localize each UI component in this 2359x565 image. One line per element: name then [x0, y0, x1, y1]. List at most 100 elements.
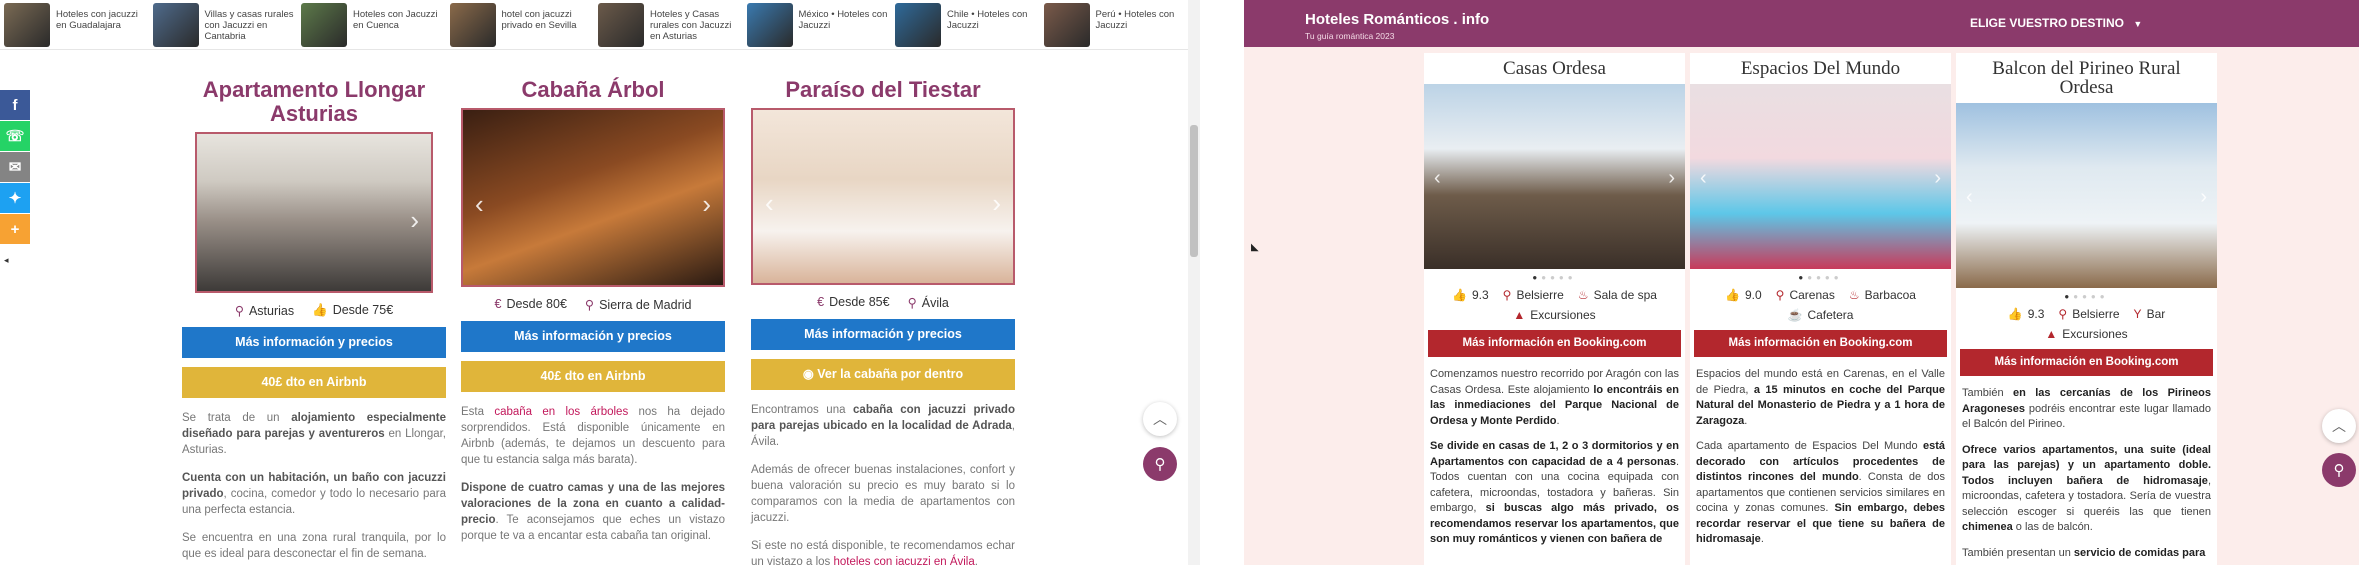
search-button[interactable]: ⚲: [1143, 447, 1177, 481]
chevron-left-icon[interactable]: ‹: [475, 189, 484, 220]
chevron-right-icon[interactable]: ›: [2200, 186, 2207, 209]
more-info-button[interactable]: Más información y precios: [182, 327, 446, 358]
listing-photo[interactable]: ›: [195, 132, 433, 293]
inline-link[interactable]: cabaña en los árboles: [494, 406, 628, 418]
inline-link[interactable]: hoteles con jacuzzi en Ávila: [833, 556, 974, 565]
chevron-left-icon[interactable]: ‹: [1966, 186, 1973, 209]
chevron-left-icon[interactable]: ‹: [765, 188, 774, 219]
location: ⚲ Sierra de Madrid: [585, 297, 692, 312]
text-run: Encontramos una: [751, 404, 854, 416]
facebook-share-button[interactable]: f: [0, 90, 30, 120]
hotel-photo[interactable]: ‹ ›: [1424, 84, 1685, 269]
carousel-dots[interactable]: ●●●●●: [1956, 292, 2217, 301]
more-share-button[interactable]: +: [0, 214, 30, 244]
twitter-share-button[interactable]: ✦: [0, 183, 30, 213]
listing-title[interactable]: Cabaña Árbol: [461, 78, 725, 102]
search-button-right[interactable]: ⚲: [2322, 453, 2356, 487]
thumbs-up-icon: 👍: [2007, 307, 2023, 321]
carousel-dot[interactable]: ●: [1807, 273, 1816, 282]
hide-share-icon[interactable]: ◂: [4, 255, 9, 266]
whatsapp-share-button[interactable]: ☏: [0, 121, 30, 151]
hotel-photo[interactable]: ‹ ›: [1956, 103, 2217, 288]
hotel-photo[interactable]: ‹ ›: [1690, 84, 1951, 269]
carousel-dot[interactable]: ●: [2073, 292, 2082, 301]
coffee-icon: ☕: [1787, 308, 1803, 322]
carousel-dot[interactable]: ●: [1568, 273, 1577, 282]
carousel-dot[interactable]: ●: [1825, 273, 1834, 282]
related-link[interactable]: Perú • Hoteles con Jacuzzi: [1043, 3, 1191, 47]
carousel-dot[interactable]: ●: [2091, 292, 2100, 301]
chevron-right-icon[interactable]: ›: [410, 205, 419, 236]
emphasis-text: Se divide en casas de 1, 2 o 3 dormitori…: [1430, 440, 1679, 468]
view-inside-button[interactable]: ◉ Ver la cabaña por dentro: [751, 359, 1015, 390]
scrollbar-thumb[interactable]: [1190, 125, 1198, 257]
price-text: Desde 80€: [506, 297, 567, 311]
location: ⚲ Asturias: [235, 303, 294, 318]
scrollbar[interactable]: [1188, 0, 1200, 565]
carousel-dots[interactable]: ●●●●●: [1424, 273, 1685, 282]
carousel-dots[interactable]: ●●●●●: [1690, 273, 1951, 282]
carousel-dot[interactable]: ●: [2100, 292, 2109, 301]
carousel-dot[interactable]: ●: [1532, 273, 1541, 282]
more-info-button[interactable]: Más información y precios: [461, 321, 725, 352]
price-text: Desde 85€: [829, 295, 890, 309]
hotel-amenities: 👍 9.0 ⚲ Carenas ♨ Barbacoa ☕ Cafetera: [1690, 288, 1951, 322]
price: € Desde 85€: [817, 295, 889, 310]
carousel-dot[interactable]: ●: [2082, 292, 2091, 301]
related-link[interactable]: Hoteles con Jacuzzi en Cuenca: [301, 3, 448, 47]
booking-button[interactable]: Más información en Booking.com: [1960, 349, 2213, 376]
related-link-text: Villas y casas rurales con Jacuzzi en Ca…: [204, 9, 294, 42]
scroll-top-button-right[interactable]: ︿: [2322, 409, 2356, 443]
chevron-left-icon[interactable]: ‹: [1700, 167, 1707, 190]
related-link-text: México • Hoteles con Jacuzzi: [798, 9, 888, 31]
description-paragraph: Esta cabaña en los árboles nos ha dejado…: [461, 404, 725, 468]
carousel-dot[interactable]: ●: [1816, 273, 1825, 282]
location-pin-icon: ⚲: [584, 298, 595, 312]
related-link[interactable]: Hoteles con jacuzzi en Guadalajara: [4, 3, 151, 47]
chevron-right-icon[interactable]: ›: [1934, 167, 1941, 190]
carousel-dot[interactable]: ●: [1798, 273, 1807, 282]
email-share-button[interactable]: ✉: [0, 152, 30, 182]
carousel-dot[interactable]: ●: [1550, 273, 1559, 282]
related-link[interactable]: México • Hoteles con Jacuzzi: [746, 3, 894, 47]
listing-meta: € Desde 80€ ⚲ Sierra de Madrid: [461, 297, 725, 312]
listing-title[interactable]: Paraíso del Tiestar: [751, 78, 1015, 102]
site-brand[interactable]: Hoteles Románticos . info: [1305, 11, 1489, 28]
related-link[interactable]: hotel con jacuzzi privado en Sevilla: [449, 3, 597, 47]
caret-down-icon: ▼: [2133, 19, 2143, 29]
hotel-card: Casas Ordesa ‹ › ●●●●● 👍 9.3 ⚲ Belsierre ♨ Sala d…: [1424, 53, 1685, 565]
thumbs-up-icon: 👍: [1452, 288, 1467, 302]
carousel-dot[interactable]: ●: [1559, 273, 1568, 282]
hotel-title[interactable]: Balcon del Pirineo Rural Ordesa: [1956, 53, 2217, 97]
hotel-title[interactable]: Casas Ordesa: [1424, 53, 1685, 78]
carousel-dot[interactable]: ●: [1541, 273, 1550, 282]
booking-button[interactable]: Más información en Booking.com: [1694, 330, 1947, 357]
airbnb-discount-button[interactable]: 40£ dto en Airbnb: [182, 367, 446, 398]
text-run: También: [1962, 387, 2013, 399]
airbnb-discount-button[interactable]: 40£ dto en Airbnb: [461, 361, 725, 392]
scroll-top-button[interactable]: ︿: [1143, 402, 1177, 436]
listing-photo[interactable]: ‹ ›: [751, 108, 1015, 285]
carousel-dot[interactable]: ●: [2064, 292, 2073, 301]
carousel-dot[interactable]: ●: [1834, 273, 1843, 282]
hotel-title[interactable]: Espacios Del Mundo: [1690, 53, 1951, 78]
listing-title[interactable]: Apartamento Llongar Asturias: [199, 78, 429, 126]
hotel-card: Balcon del Pirineo Rural Ordesa ‹ › ●●●●● 👍 9…: [1956, 53, 2217, 565]
related-link[interactable]: Villas y casas rurales con Jacuzzi en Ca…: [152, 3, 300, 47]
chevron-right-icon[interactable]: ›: [992, 188, 1001, 219]
destination-menu[interactable]: ELIGE VUESTRO DESTINO ▼: [1970, 16, 2142, 30]
listing-photo[interactable]: ‹ ›: [461, 108, 725, 287]
related-thumbnail: [895, 3, 941, 47]
location-pin-icon: ⚲: [1775, 288, 1785, 302]
chevron-left-icon[interactable]: ‹: [1434, 167, 1441, 190]
chevron-right-icon[interactable]: ›: [1668, 167, 1675, 190]
related-link-text: hotel con jacuzzi privado en Sevilla: [501, 9, 577, 31]
text-run: Se trata de un: [182, 412, 292, 424]
amenity: ▲ Excursiones: [1513, 308, 1595, 322]
related-link[interactable]: Hoteles y Casas rurales con Jacuzzi en A…: [598, 3, 745, 47]
more-info-button[interactable]: Más información y precios: [751, 319, 1015, 350]
chevron-right-icon[interactable]: ›: [702, 189, 711, 220]
description-paragraph: Dispone de cuatro camas y una de las mej…: [461, 480, 725, 544]
related-link[interactable]: Chile • Hoteles con Jacuzzi: [895, 3, 1042, 47]
booking-button[interactable]: Más información en Booking.com: [1428, 330, 1681, 357]
